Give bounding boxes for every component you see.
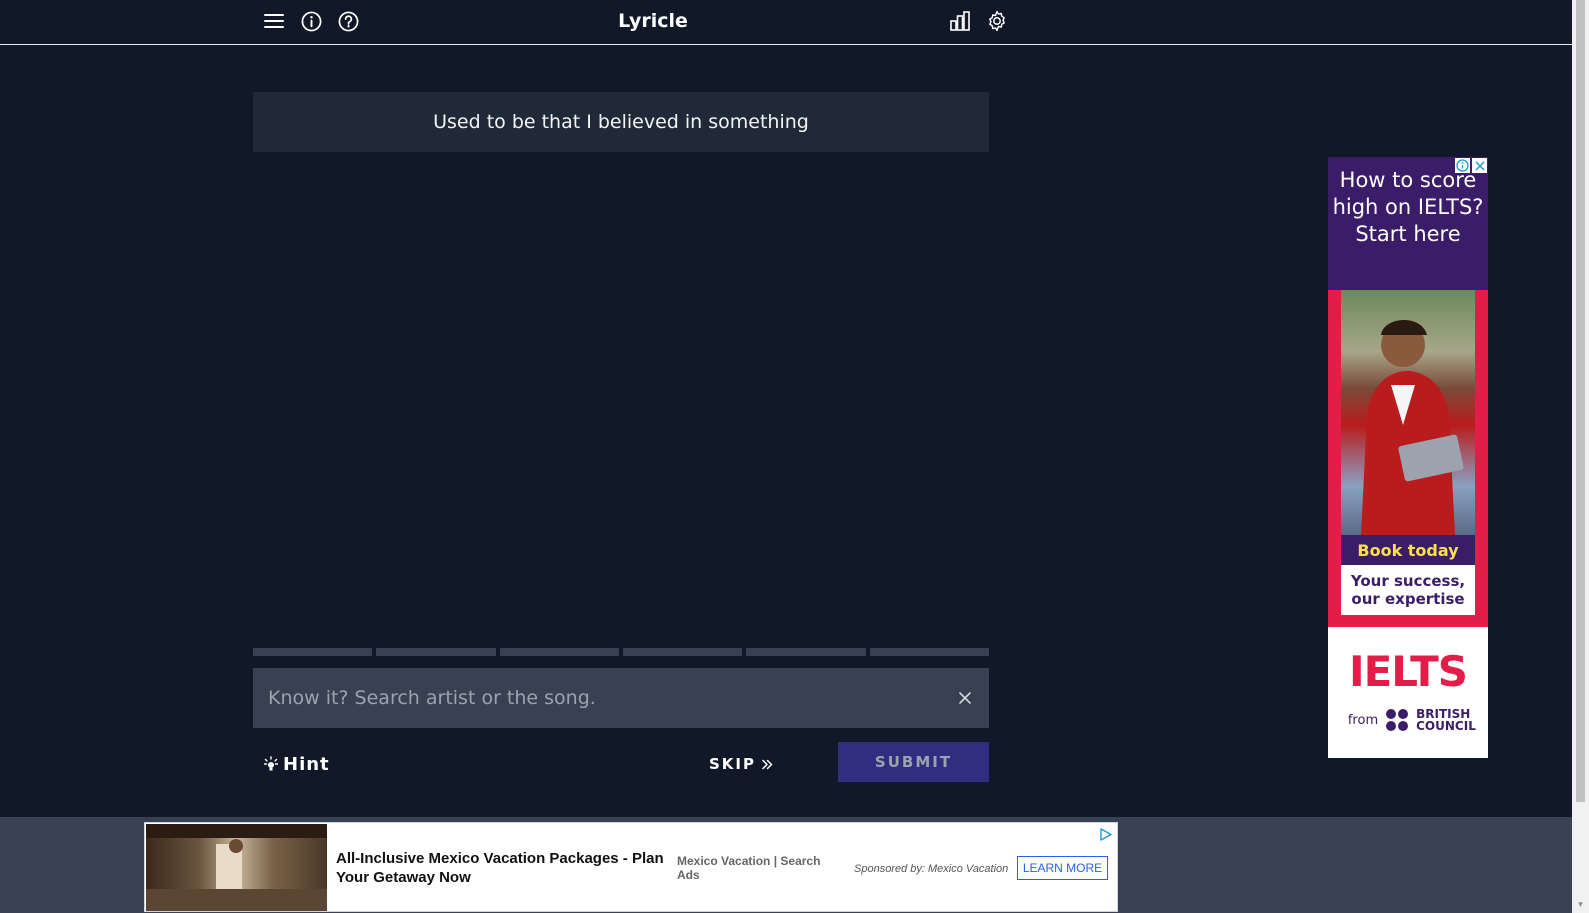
partner-line: from BRITISH COUNCIL <box>1328 708 1488 732</box>
submit-button[interactable]: SUBMIT <box>838 742 989 782</box>
side-ad-tagline: Your success, our expertise <box>1341 565 1475 615</box>
scroll-down-icon[interactable]: ▾ <box>1576 901 1585 910</box>
from-label: from <box>1347 712 1379 728</box>
search-input[interactable] <box>253 668 989 728</box>
side-ad-frame: Book today Your success, our expertise <box>1328 290 1488 627</box>
skip-button[interactable]: SKIP <box>709 752 773 776</box>
progress-segment <box>376 648 496 656</box>
settings-icon[interactable] <box>986 10 1008 32</box>
side-ad-cta[interactable]: Book today <box>1341 535 1475 565</box>
british-council-logo-icon <box>1386 709 1409 731</box>
bottom-ad-sponsor: Sponsored by: Mexico Vacation <box>854 863 1009 875</box>
hint-label: Hint <box>283 753 330 775</box>
ad-info-icon[interactable] <box>1455 158 1470 173</box>
app-title: Lyricle <box>618 10 688 32</box>
progress-segment <box>499 648 619 656</box>
scrollbar-thumb[interactable] <box>1576 0 1585 802</box>
learn-more-button[interactable]: LEARN MORE <box>1017 856 1108 880</box>
lightbulb-icon <box>264 756 278 771</box>
bottom-ad-title[interactable]: All-Inclusive Mexico Vacation Packages -… <box>336 849 666 887</box>
attempt-progress <box>253 648 989 656</box>
progress-segment <box>869 648 989 656</box>
partner-name: BRITISH COUNCIL <box>1416 707 1476 733</box>
double-chevron-right-icon <box>762 759 773 769</box>
side-ad-headline: How to score high on IELTS? Start here <box>1328 157 1488 290</box>
student-photo <box>1341 290 1475 535</box>
search-box <box>253 668 989 728</box>
bottom-ad-source: Mexico Vacation | Search Ads <box>677 854 821 882</box>
clear-icon[interactable] <box>955 688 975 708</box>
lyric-line: Used to be that I believed in something <box>253 92 989 152</box>
hint-button[interactable]: Hint <box>264 752 330 776</box>
bottom-ad-image <box>146 824 327 911</box>
progress-segment <box>253 648 373 656</box>
progress-segment <box>622 648 743 656</box>
progress-segment <box>746 648 866 656</box>
skip-label: SKIP <box>709 755 757 773</box>
scrollbar[interactable]: ▾ <box>1572 0 1589 913</box>
side-ad[interactable]: How to score high on IELTS? Start here B… <box>1328 157 1488 758</box>
stats-icon[interactable] <box>949 10 971 32</box>
ad-close-icon[interactable] <box>1472 158 1487 173</box>
ielts-logo: IELTS <box>1348 647 1468 696</box>
adchoices-icon[interactable] <box>1098 827 1113 842</box>
header: Lyricle <box>0 0 1572 45</box>
bottom-ad[interactable]: All-Inclusive Mexico Vacation Packages -… <box>144 822 1118 912</box>
